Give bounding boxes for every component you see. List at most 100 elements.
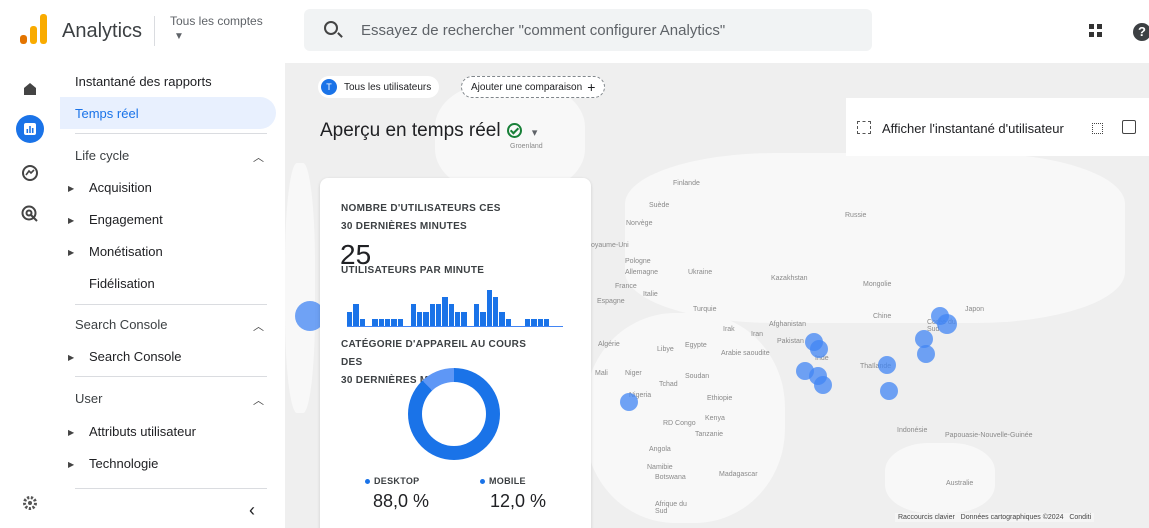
per-minute-bar[interactable] (397, 318, 404, 326)
per-minute-bar[interactable] (442, 297, 448, 326)
per-minute-bar[interactable] (429, 304, 435, 326)
search-bar[interactable]: Essayez de rechercher "comment configure… (304, 9, 872, 51)
reports-icon[interactable] (16, 115, 44, 143)
per-minute-bar[interactable] (486, 290, 493, 326)
per-minute-bar[interactable] (499, 311, 505, 326)
users-heading-line: NOMBRE D'UTILISATEURS CES (341, 203, 501, 214)
per-minute-bar[interactable] (461, 311, 467, 326)
user-location-marker[interactable] (814, 376, 832, 394)
desktop-percentage: 88,0 % (373, 491, 430, 511)
per-minute-bar[interactable] (474, 304, 480, 326)
user-location-marker[interactable] (937, 314, 957, 334)
map-label: Iran (751, 331, 764, 338)
chevron-up-icon[interactable]: ︿ (253, 149, 264, 165)
user-snapshot-icon[interactable] (857, 121, 871, 134)
per-minute-bar[interactable] (537, 318, 543, 326)
per-minute-bar[interactable] (372, 318, 378, 326)
nav-item-technology[interactable]: Technologie (89, 456, 158, 471)
chevron-down-icon[interactable]: ▼ (174, 31, 184, 42)
collapse-nav-icon[interactable]: ‹ (249, 500, 255, 521)
per-minute-bar[interactable] (359, 318, 366, 326)
user-location-marker[interactable] (878, 356, 896, 374)
nav-item-fidelisation[interactable]: Fidélisation (89, 276, 155, 291)
per-minute-bar[interactable] (480, 311, 486, 326)
per-minute-bar[interactable] (531, 318, 537, 326)
nav-item-user-attributes[interactable]: Attributs utilisateur (89, 424, 196, 439)
device-donut-chart[interactable] (408, 368, 500, 460)
map-label: Mongolie (863, 281, 892, 288)
user-location-marker[interactable] (620, 393, 638, 411)
map-label: Allemagne (625, 269, 659, 276)
expand-arrow-icon[interactable]: ▶ (68, 460, 74, 469)
nav-divider (75, 488, 267, 489)
map-label: Algérie (598, 341, 620, 348)
all-users-label: Tous les utilisateurs (344, 81, 432, 93)
nav-item-engagement[interactable]: Engagement (89, 212, 163, 227)
per-minute-bar[interactable] (448, 304, 454, 326)
apps-grid-icon[interactable] (1089, 24, 1103, 38)
per-minute-bar[interactable] (378, 318, 385, 326)
per-minute-bar[interactable] (543, 318, 550, 326)
nav-item-realtime[interactable]: Temps réel (75, 106, 139, 121)
advertising-icon[interactable] (16, 200, 44, 228)
map-label: Finlande (673, 180, 700, 187)
per-minute-bar[interactable] (416, 311, 423, 326)
per-minute-bar[interactable] (524, 318, 531, 326)
map-label: Mali (595, 370, 608, 377)
section-lifecycle[interactable]: Life cycle (75, 148, 129, 163)
chevron-up-icon[interactable]: ︿ (253, 392, 264, 408)
realtime-map[interactable]: Groenland Finlande Suède Norvège Russie … (285, 63, 1149, 528)
analytics-logo-icon[interactable] (20, 14, 48, 44)
customize-report-icon[interactable] (1122, 120, 1136, 134)
per-minute-bar[interactable] (423, 311, 429, 326)
section-user[interactable]: User (75, 391, 102, 406)
settings-icon[interactable] (16, 489, 44, 517)
user-location-marker[interactable] (917, 345, 935, 363)
per-minute-bar[interactable] (435, 304, 442, 326)
per-minute-bar[interactable] (410, 304, 416, 326)
nav-item-acquisition[interactable]: Acquisition (89, 180, 152, 195)
map-label: Namibie (647, 464, 673, 471)
chart-baseline (347, 326, 563, 327)
search-input[interactable]: Essayez de rechercher "comment configure… (361, 22, 725, 39)
per-minute-chart[interactable] (347, 286, 563, 326)
nav-item-monetisation[interactable]: Monétisation (89, 244, 163, 259)
device-heading-line: CATÉGORIE D'APPAREIL AU COURS DES (341, 339, 527, 368)
help-icon[interactable]: ? (1133, 23, 1149, 41)
add-comparison-button[interactable]: Ajouter une comparaison + (461, 76, 606, 98)
nav-item-snapshot[interactable]: Instantané des rapports (75, 74, 212, 89)
fullscreen-icon[interactable] (1092, 123, 1103, 134)
all-users-chip[interactable]: T Tous les utilisateurs (318, 76, 440, 98)
account-selector[interactable]: Tous les comptes (170, 14, 263, 28)
per-minute-bar[interactable] (353, 304, 359, 326)
per-minute-bar[interactable] (347, 311, 353, 326)
expand-arrow-icon[interactable]: ▶ (68, 184, 74, 193)
expand-arrow-icon[interactable]: ▶ (68, 353, 74, 362)
expand-arrow-icon[interactable]: ▶ (68, 428, 74, 437)
user-snapshot-button[interactable]: Afficher l'instantané d'utilisateur (882, 121, 1064, 136)
per-minute-bar[interactable] (455, 311, 461, 326)
explore-icon[interactable] (16, 159, 44, 187)
nav-item-search-console[interactable]: Search Console (89, 349, 182, 364)
section-search-console[interactable]: Search Console (75, 317, 168, 332)
map-data-credit[interactable]: Données cartographiques ©2024 (961, 514, 1064, 521)
map-label: Kazakhstan (771, 275, 808, 282)
search-icon (324, 21, 338, 35)
per-minute-bar[interactable] (505, 318, 512, 326)
keyboard-shortcuts-link[interactable]: Raccourcis clavier (898, 514, 955, 521)
per-minute-bar[interactable] (385, 318, 391, 326)
segment-avatar: T (321, 79, 337, 95)
per-minute-bar[interactable] (391, 318, 397, 326)
per-minute-bar[interactable] (493, 297, 499, 326)
chevron-up-icon[interactable]: ︿ (253, 318, 264, 334)
user-location-marker[interactable] (880, 382, 898, 400)
app-title[interactable]: Analytics (62, 20, 142, 43)
expand-arrow-icon[interactable]: ▶ (68, 216, 74, 225)
map-label: Tanzanie (695, 431, 724, 438)
title-dropdown-icon[interactable]: ▾ (532, 127, 538, 139)
home-icon[interactable] (16, 75, 44, 103)
map-label: Chine (873, 313, 892, 320)
expand-arrow-icon[interactable]: ▶ (68, 248, 74, 257)
terms-link[interactable]: Conditi (1069, 514, 1091, 521)
user-location-marker[interactable] (810, 340, 828, 358)
